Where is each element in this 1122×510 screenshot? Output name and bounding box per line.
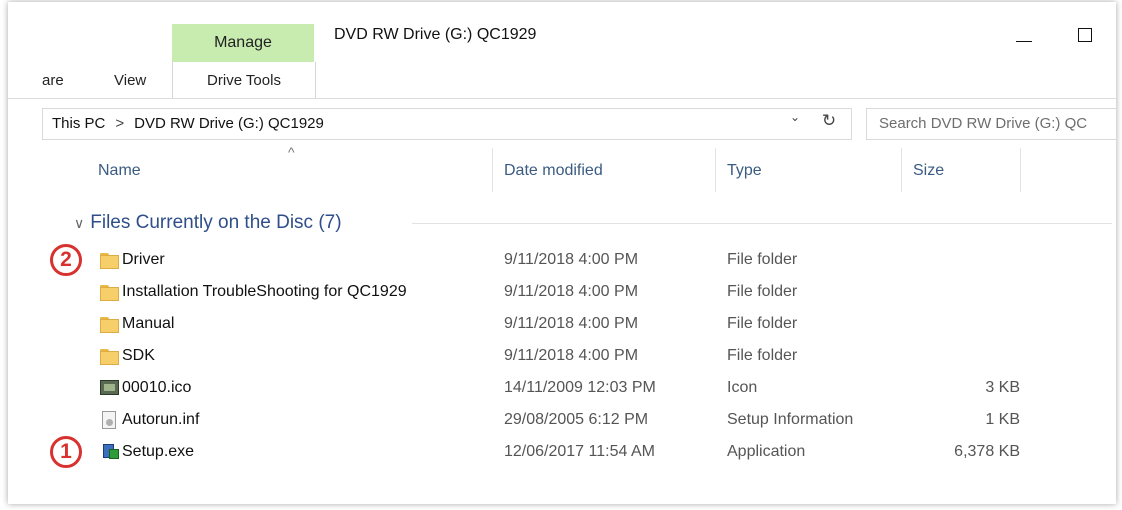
column-divider[interactable]: [715, 148, 716, 192]
file-explorer-window: Manage Drive Tools DVD RW Drive (G:) QC1…: [8, 2, 1116, 504]
file-type: Setup Information: [727, 411, 854, 428]
file-row-sdk[interactable]: SDK 9/11/2018 4:00 PM File folder: [8, 340, 1116, 372]
file-name: Autorun.inf: [122, 411, 200, 428]
file-name: Installation TroubleShooting for QC1929: [122, 283, 407, 300]
annotation-badge-2: 2: [50, 244, 82, 276]
file-size: 6,378 KB: [954, 443, 1020, 460]
column-header-date-modified[interactable]: Date modified: [504, 162, 603, 180]
tab-share[interactable]: are: [42, 72, 64, 89]
file-type: File folder: [727, 283, 798, 300]
group-header[interactable]: ∨ Files Currently on the Disc (7): [74, 212, 342, 234]
column-divider[interactable]: [492, 148, 493, 192]
column-header-name[interactable]: Name: [98, 162, 141, 180]
file-date-modified: 12/06/2017 11:54 AM: [504, 443, 655, 460]
folder-icon: [100, 315, 120, 333]
column-divider[interactable]: [1020, 148, 1021, 192]
file-type: File folder: [727, 251, 798, 268]
file-type: Application: [727, 443, 806, 460]
file-row-manual[interactable]: Manual 9/11/2018 4:00 PM File folder: [8, 308, 1116, 340]
file-row-setup-exe[interactable]: Setup.exe 12/06/2017 11:54 AM Applicatio…: [8, 436, 1116, 468]
manage-context-label: Manage: [172, 24, 314, 62]
image-file-icon: [100, 379, 120, 397]
annotation-badge-1: 1: [50, 436, 82, 468]
address-history-dropdown-icon[interactable]: ⌄: [790, 110, 800, 124]
search-box[interactable]: Search DVD RW Drive (G:) QC: [866, 108, 1116, 140]
file-row-driver[interactable]: Driver 9/11/2018 4:00 PM File folder: [8, 244, 1116, 276]
setup-application-icon: [100, 443, 120, 461]
file-date-modified: 9/11/2018 4:00 PM: [504, 315, 639, 332]
window-title: DVD RW Drive (G:) QC1929: [334, 26, 537, 43]
group-header-label: Files Currently on the Disc (7): [90, 212, 342, 233]
minimize-icon: [1016, 41, 1032, 42]
folder-icon: [100, 251, 120, 269]
file-name: Setup.exe: [122, 443, 195, 460]
search-placeholder: Search DVD RW Drive (G:) QC: [879, 115, 1088, 132]
ribbon-divider: [8, 98, 1116, 99]
folder-icon: [100, 347, 120, 365]
file-date-modified: 29/08/2005 6:12 PM: [504, 411, 649, 428]
column-divider[interactable]: [901, 148, 902, 192]
file-date-modified: 9/11/2018 4:00 PM: [504, 251, 639, 268]
maximize-button[interactable]: [1054, 16, 1114, 56]
tab-drive-tools[interactable]: Drive Tools: [172, 62, 316, 98]
group-collapse-chevron-icon[interactable]: ∨: [74, 215, 84, 231]
breadcrumb-this-pc[interactable]: This PC: [52, 115, 105, 132]
folder-icon: [100, 283, 120, 301]
breadcrumb-separator-icon[interactable]: >: [115, 115, 124, 132]
breadcrumb-dvd-drive[interactable]: DVD RW Drive (G:) QC1929: [134, 115, 324, 132]
file-name: SDK: [122, 347, 155, 364]
file-name: 00010.ico: [122, 379, 192, 396]
file-name: Driver: [122, 251, 165, 268]
file-date-modified: 14/11/2009 12:03 PM: [504, 379, 656, 396]
column-header-type[interactable]: Type: [727, 162, 762, 180]
group-header-divider: [412, 223, 1112, 224]
file-size: 3 KB: [985, 379, 1020, 396]
file-type: File folder: [727, 315, 798, 332]
breadcrumb: This PC > DVD RW Drive (G:) QC1929: [52, 115, 324, 132]
address-bar[interactable]: This PC > DVD RW Drive (G:) QC1929: [42, 108, 852, 140]
setup-info-file-icon: [100, 411, 120, 429]
file-row-00010-ico[interactable]: 00010.ico 14/11/2009 12:03 PM Icon 3 KB: [8, 372, 1116, 404]
file-row-autorun-inf[interactable]: Autorun.inf 29/08/2005 6:12 PM Setup Inf…: [8, 404, 1116, 436]
file-type: File folder: [727, 347, 798, 364]
file-size: 1 KB: [985, 411, 1020, 428]
file-date-modified: 9/11/2018 4:00 PM: [504, 283, 639, 300]
minimize-button[interactable]: [994, 16, 1054, 56]
tab-view[interactable]: View: [114, 72, 146, 89]
column-header-size[interactable]: Size: [913, 162, 944, 180]
file-type: Icon: [727, 379, 758, 396]
sort-ascending-icon: ^: [288, 144, 295, 160]
file-date-modified: 9/11/2018 4:00 PM: [504, 347, 639, 364]
file-name: Manual: [122, 315, 175, 332]
refresh-icon[interactable]: ↻: [816, 107, 842, 135]
maximize-icon: [1078, 28, 1092, 42]
file-row-installation-troubleshooting[interactable]: Installation TroubleShooting for QC1929 …: [8, 276, 1116, 308]
